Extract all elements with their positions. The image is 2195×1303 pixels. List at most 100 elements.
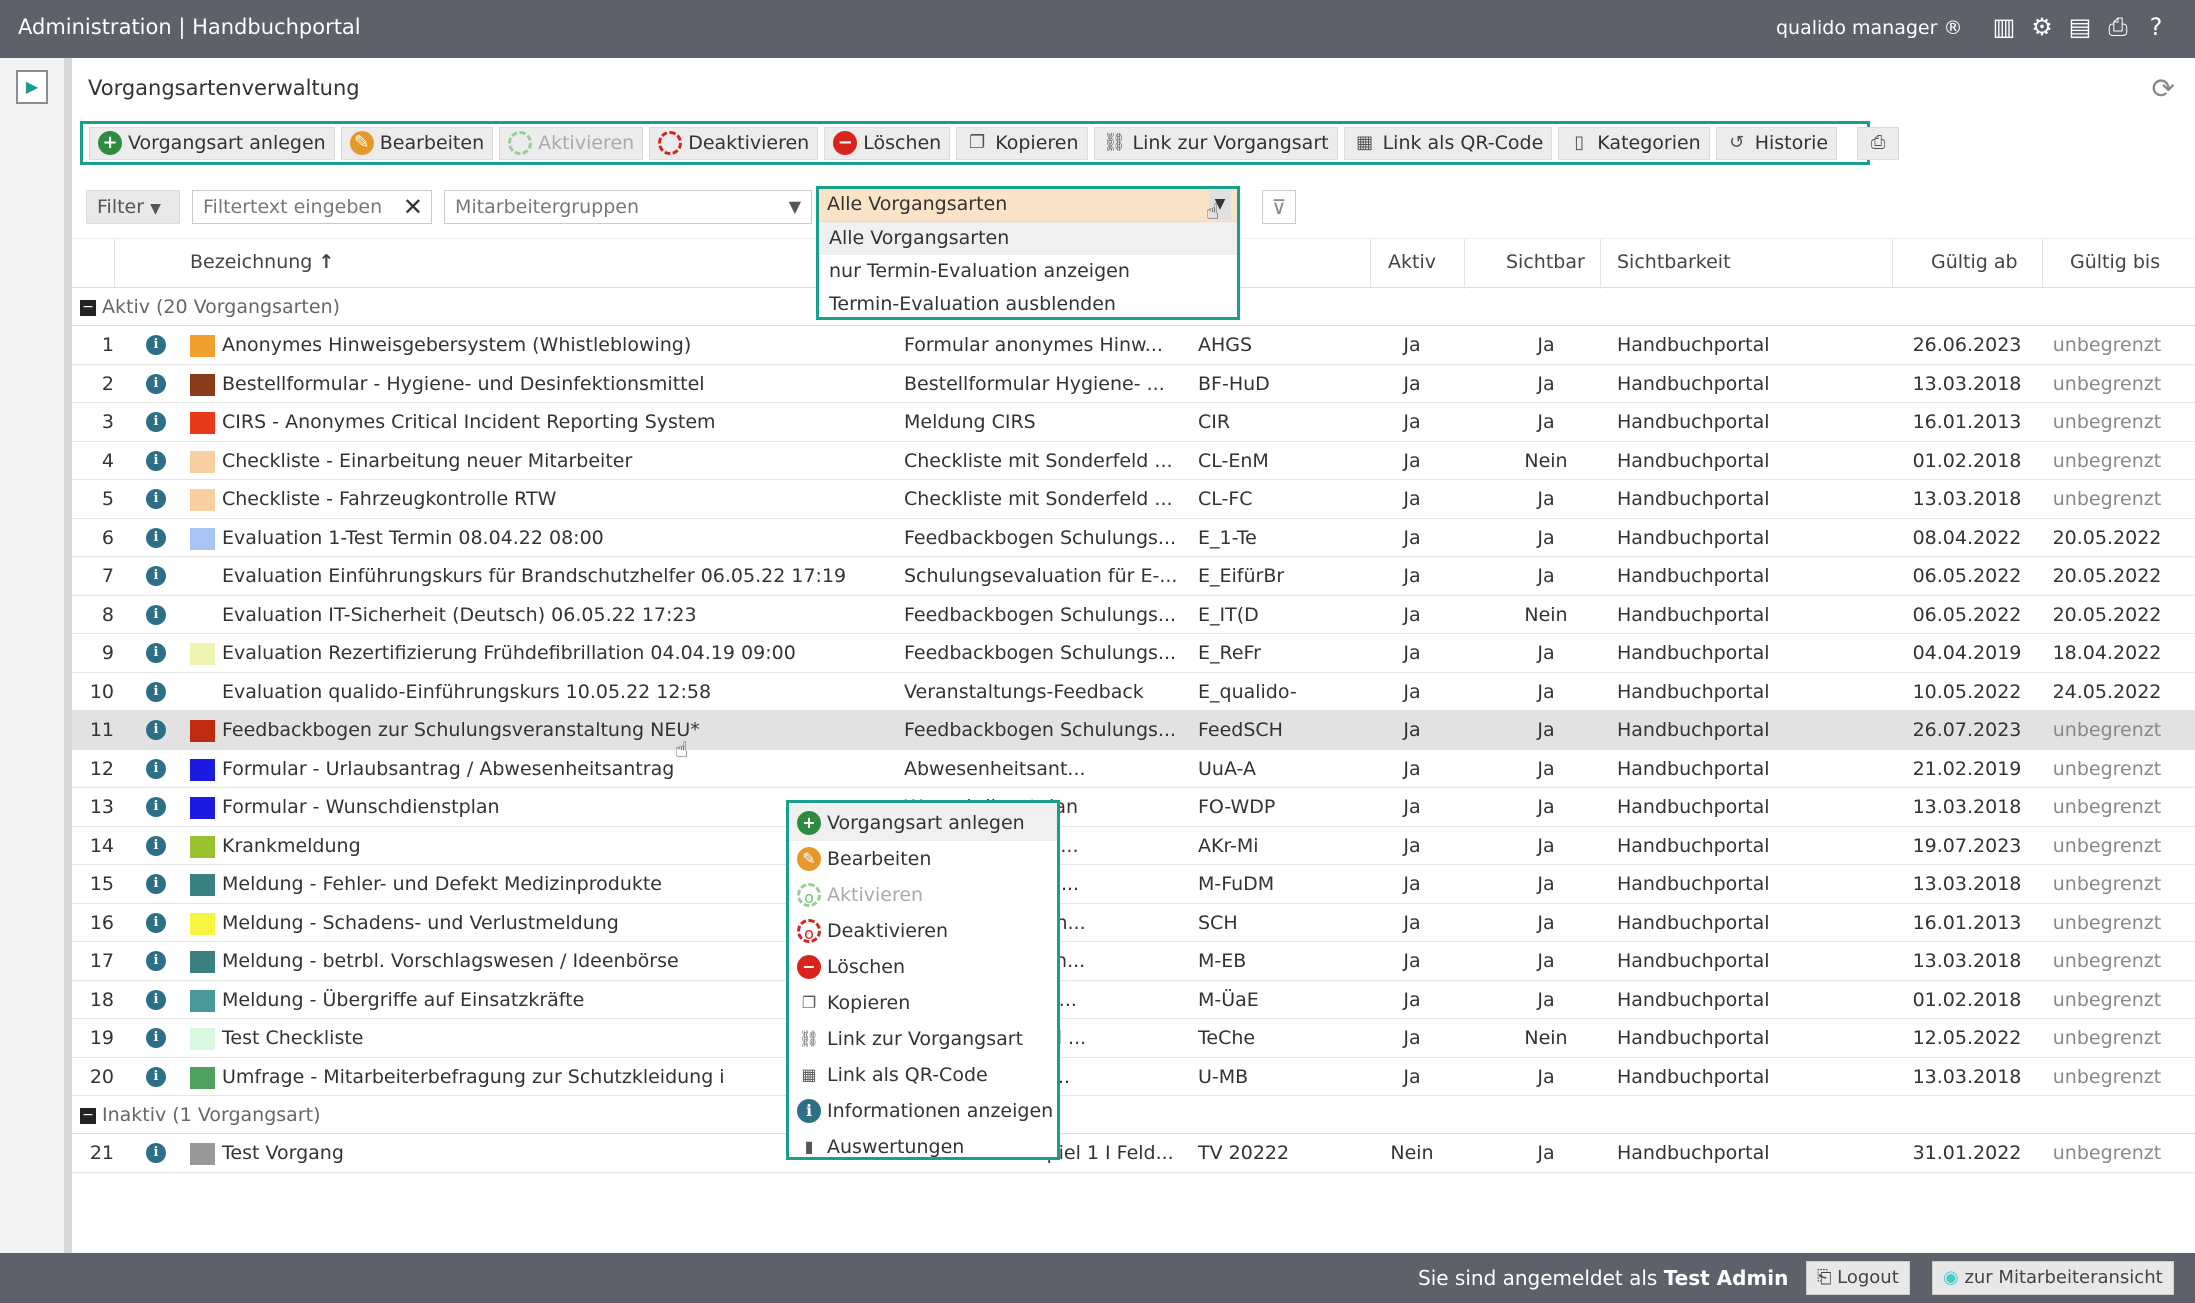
row-name: Formular - Wunschdienstplan bbox=[222, 796, 500, 818]
context-menu-item[interactable]: − Löschen bbox=[789, 949, 1057, 985]
context-menu-item[interactable]: ❐ Kopieren bbox=[789, 985, 1057, 1021]
type-select-dropdown[interactable]: Alle Vorgangsarten ▼ Alle Vorgangsarten n… bbox=[816, 186, 1240, 320]
row-valid-to: 20.05.2022 bbox=[2052, 526, 2162, 549]
help-icon[interactable]: ? bbox=[2142, 12, 2170, 42]
context-menu-item[interactable]: ▦ Link als QR-Code bbox=[789, 1057, 1057, 1093]
info-icon[interactable]: i bbox=[146, 643, 166, 663]
create-button[interactable]: + Vorgangsart anlegen bbox=[89, 126, 335, 160]
table-row[interactable]: 21iTest VorgangHandbuch Beispiel 1 I Fel… bbox=[72, 1134, 2195, 1173]
info-icon[interactable]: i bbox=[146, 373, 166, 394]
type-option[interactable]: nur Termin-Evaluation anzeigen bbox=[819, 255, 1237, 288]
delete-button[interactable]: − Löschen bbox=[824, 126, 951, 160]
table-row[interactable]: 9 i Evaluation Rezertifizierung Frühdefibr… bbox=[72, 634, 2195, 673]
info-icon[interactable]: i bbox=[146, 566, 166, 586]
info-icon[interactable]: i bbox=[146, 604, 166, 625]
info-icon[interactable]: i bbox=[146, 450, 166, 471]
context-menu-item[interactable]: + Vorgangsart anlegen bbox=[789, 805, 1057, 841]
info-icon[interactable]: i bbox=[146, 1028, 166, 1048]
table-row[interactable]: 3 i CIRS - Anonymes Critical Incident Repo… bbox=[72, 403, 2195, 442]
column-header-name[interactable]: Bezeichnung ↑ bbox=[190, 251, 334, 273]
filter-dropdown[interactable]: Filter ▼ bbox=[86, 190, 180, 224]
info-icon[interactable]: i bbox=[146, 951, 166, 971]
table-row[interactable]: 1 i Anonymes Hinweisgebersystem (Whistlebl… bbox=[72, 326, 2195, 365]
info-icon[interactable]: i bbox=[146, 527, 166, 548]
categories-button[interactable]: ▯ Kategorien bbox=[1558, 126, 1710, 160]
info-icon[interactable]: i bbox=[146, 835, 166, 856]
link-button[interactable]: ⛓ Link zur Vorgangsart bbox=[1093, 126, 1338, 160]
type-select-current[interactable]: Alle Vorgangsarten ▼ bbox=[819, 189, 1237, 222]
table-row[interactable]: 8 i Evaluation IT-Sicherheit (Deutsch) 06.… bbox=[72, 596, 2195, 634]
info-icon[interactable]: i bbox=[146, 1143, 166, 1163]
table-row[interactable]: 15 i Meldung - Fehler- und Defekt Medizinp… bbox=[72, 865, 2195, 904]
column-header-active[interactable]: Aktiv bbox=[1388, 251, 1436, 273]
table-row[interactable]: 10 i Evaluation qualido-Einführungskurs 10… bbox=[72, 673, 2195, 711]
row-number: 19 bbox=[89, 1027, 114, 1049]
table-row[interactable]: 13iFormular - WunschdienstplanWunschdien… bbox=[72, 788, 2195, 827]
table-row[interactable]: 6 i Evaluation 1-Test Termin 08.04.22 08:0… bbox=[72, 519, 2195, 557]
table-row[interactable]: 12 i Formular - Urlaubsantrag / Abwesenhei… bbox=[72, 750, 2195, 788]
table-row[interactable]: 18 i Meldung - Übergriffe auf Einsatzkräft… bbox=[72, 981, 2195, 1019]
table-row[interactable]: 19iTest Checklistee mit Sonderfeld ...Te… bbox=[72, 1019, 2195, 1058]
groups-select[interactable]: Mitarbeitergruppen ▼ bbox=[444, 190, 812, 224]
table-row[interactable]: 4 i Checkliste - Einarbeitung neuer Mitarb… bbox=[72, 442, 2195, 480]
info-icon[interactable]: i bbox=[146, 912, 166, 933]
context-menu-item[interactable]: ✎ Bearbeiten bbox=[789, 841, 1057, 877]
clear-icon[interactable]: ✕ bbox=[403, 191, 423, 223]
info-icon[interactable]: i bbox=[146, 412, 166, 432]
qr-button[interactable]: ▦ Link als QR-Code bbox=[1343, 126, 1553, 160]
table-row[interactable]: 7 i Evaluation Einführungskurs für Brandsc… bbox=[72, 557, 2195, 596]
info-icon[interactable]: i bbox=[146, 720, 166, 740]
collapse-icon[interactable]: − bbox=[80, 1107, 96, 1124]
table-row[interactable]: 2 i Bestellformular - Hygiene- und Desinfe… bbox=[72, 365, 2195, 403]
categories-icon: ▯ bbox=[1574, 132, 1585, 153]
info-icon[interactable]: i bbox=[146, 681, 166, 702]
context-menu-item[interactable]: i Informationen anzeigen bbox=[789, 1093, 1057, 1129]
column-header-valid-to[interactable]: Gültig bis bbox=[2070, 251, 2160, 273]
info-icon[interactable]: i bbox=[146, 758, 166, 779]
funnel-icon[interactable]: ⊽ bbox=[1262, 190, 1296, 224]
color-swatch bbox=[190, 951, 215, 973]
xlsx-icon[interactable]: ▤ bbox=[2066, 12, 2094, 42]
row-short: CIR bbox=[1198, 411, 1231, 433]
info-icon[interactable]: i bbox=[146, 335, 166, 355]
type-option[interactable]: Alle Vorgangsarten bbox=[819, 222, 1237, 255]
table-row[interactable]: 16 i Meldung - Schadens- und Verlustmeldun… bbox=[72, 904, 2195, 942]
type-option[interactable]: Termin-Evaluation ausblenden bbox=[819, 288, 1237, 321]
info-icon[interactable]: i bbox=[146, 874, 166, 894]
refresh-icon[interactable]: ⟳ bbox=[2152, 72, 2175, 105]
context-menu-item[interactable]: ▮ Auswertungen bbox=[789, 1129, 1057, 1165]
row-number: 7 bbox=[101, 565, 114, 587]
logout-button[interactable]: ⎗ Logout bbox=[1806, 1261, 1910, 1295]
copy-button[interactable]: ❐ Kopieren bbox=[956, 126, 1088, 160]
employee-view-button[interactable]: ◉ zur Mitarbeiteransicht bbox=[1932, 1261, 2174, 1295]
group-header-inactive[interactable]: − Inaktiv (1 Vorgangsart) bbox=[72, 1096, 2195, 1134]
column-header-visible[interactable]: Sichtbar bbox=[1506, 251, 1585, 273]
context-menu-item[interactable]: o Aktivieren bbox=[789, 877, 1057, 913]
collapse-icon[interactable]: − bbox=[80, 299, 96, 316]
table-row[interactable]: 5 i Checkliste - Fahrzeugkontrolle RTW Chec… bbox=[72, 480, 2195, 519]
info-icon[interactable]: i bbox=[146, 989, 166, 1010]
settings-icon[interactable]: ⚙ bbox=[2028, 12, 2056, 42]
deactivate-button[interactable]: oDeaktivieren bbox=[649, 126, 819, 160]
context-menu-item[interactable]: o Deaktivieren bbox=[789, 913, 1057, 949]
sidebar-toggle-button[interactable]: ▶ bbox=[16, 70, 48, 104]
table-row[interactable]: 17 i Meldung - betrbl. Vorschlagswesen / I… bbox=[72, 942, 2195, 981]
print-button[interactable]: ⎙ bbox=[1857, 126, 1900, 160]
context-menu-item[interactable]: ⛓ Link zur Vorgangsart bbox=[789, 1021, 1057, 1057]
row-valid-from: 06.05.2022 bbox=[1912, 565, 2022, 587]
filter-text-input[interactable]: Filtertext eingeben ✕ bbox=[192, 190, 432, 224]
info-icon[interactable]: i bbox=[146, 489, 166, 509]
info-icon[interactable]: i bbox=[146, 797, 166, 817]
table-row[interactable]: 14iKrankmeldungKrankmeldung e...AKr-MiJa… bbox=[72, 827, 2195, 865]
color-swatch bbox=[190, 1143, 215, 1165]
barcode-icon[interactable]: ▥ bbox=[1990, 12, 2018, 42]
info-icon[interactable]: i bbox=[146, 1066, 166, 1087]
print-icon[interactable]: ⎙ bbox=[2104, 12, 2132, 42]
table-row[interactable]: 11 i Feedbackbogen zur Schulungsveranstalt… bbox=[72, 711, 2195, 750]
column-header-visibility[interactable]: Sichtbarkeit bbox=[1617, 251, 1731, 273]
activate-button[interactable]: oAktivieren bbox=[499, 126, 644, 160]
table-row[interactable]: 20 i Umfrage - Mitarbeiterbefragung zur Sc… bbox=[72, 1058, 2195, 1096]
edit-button[interactable]: ✎ Bearbeiten bbox=[340, 126, 494, 160]
column-header-valid-from[interactable]: Gültig ab bbox=[1931, 251, 2018, 273]
history-button[interactable]: ↺ Historie bbox=[1715, 126, 1838, 160]
